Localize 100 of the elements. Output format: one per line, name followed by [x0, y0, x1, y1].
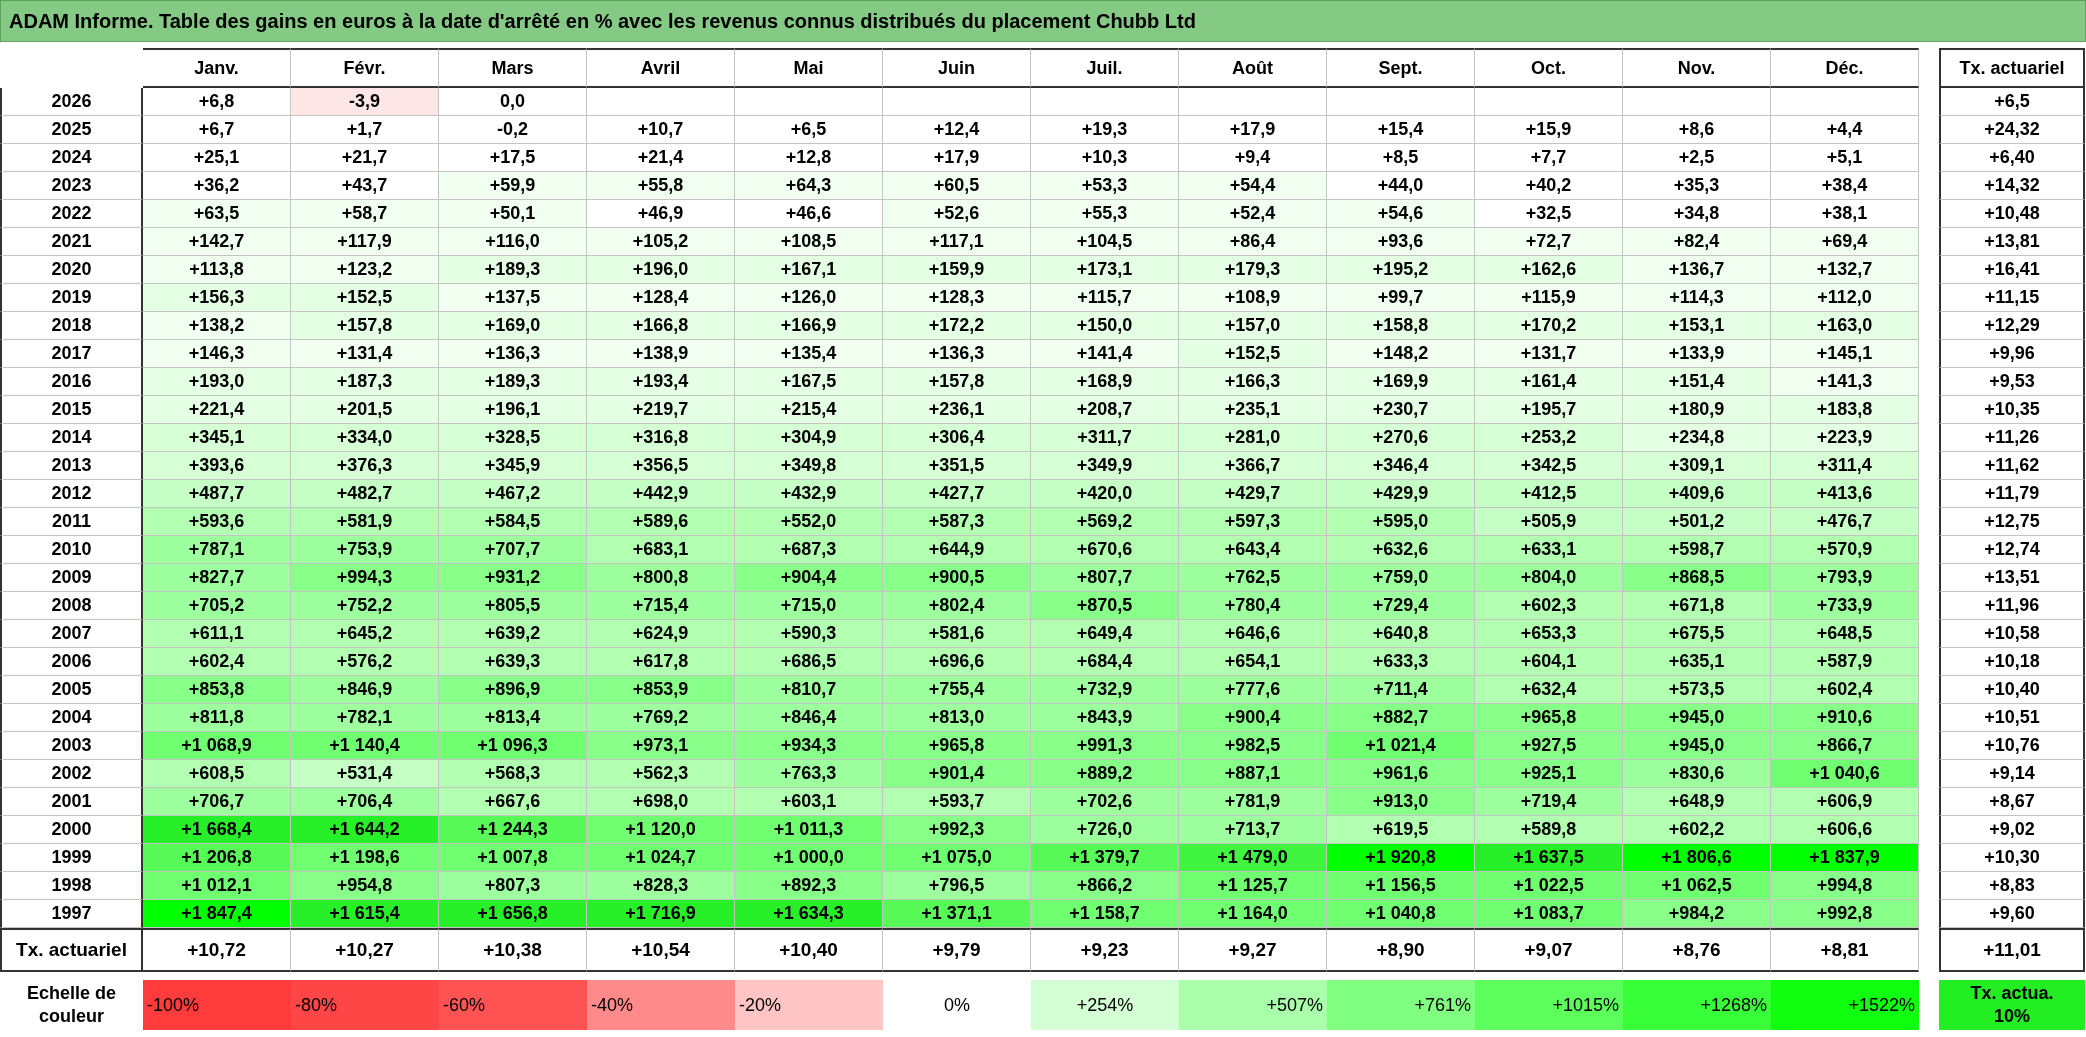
- gain-cell: +112,0: [1771, 284, 1919, 312]
- gain-cell: +10,3: [1031, 144, 1179, 172]
- gain-cell: +729,4: [1327, 592, 1475, 620]
- gain-cell: +93,6: [1327, 228, 1475, 256]
- gain-cell: +573,5: [1623, 676, 1771, 704]
- month-header: Avril: [587, 48, 735, 88]
- gain-cell: +221,4: [143, 396, 291, 424]
- legend-step: +254%: [1031, 980, 1179, 1030]
- gain-cell: +900,5: [883, 564, 1031, 592]
- gain-cell: +683,1: [587, 536, 735, 564]
- gain-cell: +606,9: [1771, 788, 1919, 816]
- year-cell: 2002: [0, 760, 143, 788]
- gain-cell: +581,9: [291, 508, 439, 536]
- gain-cell: +568,3: [439, 760, 587, 788]
- gain-cell: +904,4: [735, 564, 883, 592]
- gain-cell: +759,0: [1327, 564, 1475, 592]
- gain-cell: +46,6: [735, 200, 883, 228]
- gain-cell: +828,3: [587, 872, 735, 900]
- gain-cell: +15,4: [1327, 116, 1475, 144]
- gain-cell: +1 206,8: [143, 844, 291, 872]
- legend-rate-box: Tx. actua. 10%: [1939, 980, 2085, 1030]
- gain-cell: +7,7: [1475, 144, 1623, 172]
- gain-cell: +467,2: [439, 480, 587, 508]
- gain-cell: +670,6: [1031, 536, 1179, 564]
- gain-cell: +1 716,9: [587, 900, 735, 928]
- gain-cell: +420,0: [1031, 480, 1179, 508]
- legend-step: -80%: [291, 980, 439, 1030]
- total-cell: +8,76: [1623, 928, 1771, 972]
- gain-cell: +632,4: [1475, 676, 1623, 704]
- gain-cell: +887,1: [1179, 760, 1327, 788]
- rate-cell: +10,76: [1939, 732, 2085, 760]
- gain-cell: +114,3: [1623, 284, 1771, 312]
- year-cell: 1997: [0, 900, 143, 928]
- year-cell: 2003: [0, 732, 143, 760]
- gain-cell: +55,8: [587, 172, 735, 200]
- gain-cell: +802,4: [883, 592, 1031, 620]
- gain-cell: +866,7: [1771, 732, 1919, 760]
- gain-cell: +1 011,3: [735, 816, 883, 844]
- year-cell: 2005: [0, 676, 143, 704]
- gain-cell: +635,1: [1623, 648, 1771, 676]
- gain-cell: +654,1: [1179, 648, 1327, 676]
- gain-cell: +1 158,7: [1031, 900, 1179, 928]
- rate-cell: +11,26: [1939, 424, 2085, 452]
- gain-cell: +281,0: [1179, 424, 1327, 452]
- gain-cell: +17,5: [439, 144, 587, 172]
- gain-cell: +150,0: [1031, 312, 1179, 340]
- gain-cell: +309,1: [1623, 452, 1771, 480]
- gain-cell: +32,5: [1475, 200, 1623, 228]
- gain-cell: +846,4: [735, 704, 883, 732]
- gain-cell: +597,3: [1179, 508, 1327, 536]
- legend-step: -20%: [735, 980, 883, 1030]
- gain-cell: +72,7: [1475, 228, 1623, 256]
- gain-cell: +141,4: [1031, 340, 1179, 368]
- gain-cell: +157,8: [883, 368, 1031, 396]
- gain-cell: +25,1: [143, 144, 291, 172]
- gain-cell: +126,0: [735, 284, 883, 312]
- gain-cell: +136,3: [439, 340, 587, 368]
- gain-cell: +196,0: [587, 256, 735, 284]
- gain-cell: +595,0: [1327, 508, 1475, 536]
- gain-cell: +17,9: [1179, 116, 1327, 144]
- gain-cell: +1 637,5: [1475, 844, 1623, 872]
- year-cell: 2011: [0, 508, 143, 536]
- total-label: Tx. actuariel: [0, 928, 143, 972]
- total-cell: +8,90: [1327, 928, 1475, 972]
- gain-cell: +653,3: [1475, 620, 1623, 648]
- gain-cell: +804,0: [1475, 564, 1623, 592]
- gain-cell: +105,2: [587, 228, 735, 256]
- gain-cell: +587,3: [883, 508, 1031, 536]
- gain-cell: +1,7: [291, 116, 439, 144]
- gain-cell: +442,9: [587, 480, 735, 508]
- gain-cell: +552,0: [735, 508, 883, 536]
- rate-cell: +9,96: [1939, 340, 2085, 368]
- gain-cell: +705,2: [143, 592, 291, 620]
- month-header: Mai: [735, 48, 883, 88]
- gain-cell: +63,5: [143, 200, 291, 228]
- gain-cell: +230,7: [1327, 396, 1475, 424]
- year-cell: 2007: [0, 620, 143, 648]
- gain-cell: +60,5: [883, 172, 1031, 200]
- month-header: Juil.: [1031, 48, 1179, 88]
- gain-cell: +137,5: [439, 284, 587, 312]
- gain-cell: +793,9: [1771, 564, 1919, 592]
- gain-cell: +52,4: [1179, 200, 1327, 228]
- gain-cell: +562,3: [587, 760, 735, 788]
- gain-cell: +805,5: [439, 592, 587, 620]
- gain-cell: +223,9: [1771, 424, 1919, 452]
- gain-cell: +54,4: [1179, 172, 1327, 200]
- gain-cell: +807,7: [1031, 564, 1179, 592]
- gain-cell: +611,1: [143, 620, 291, 648]
- gain-cell: +589,8: [1475, 816, 1623, 844]
- gain-cell: +166,9: [735, 312, 883, 340]
- gain-cell: +1 083,7: [1475, 900, 1623, 928]
- gain-cell: +351,5: [883, 452, 1031, 480]
- gain-cell: +1 656,8: [439, 900, 587, 928]
- month-header: Déc.: [1771, 48, 1919, 88]
- gain-cell: +183,8: [1771, 396, 1919, 424]
- gain-cell: +1 244,3: [439, 816, 587, 844]
- rate-cell: +24,32: [1939, 116, 2085, 144]
- gain-cell: +99,7: [1327, 284, 1475, 312]
- gain-cell: +945,0: [1623, 732, 1771, 760]
- gain-cell: +38,1: [1771, 200, 1919, 228]
